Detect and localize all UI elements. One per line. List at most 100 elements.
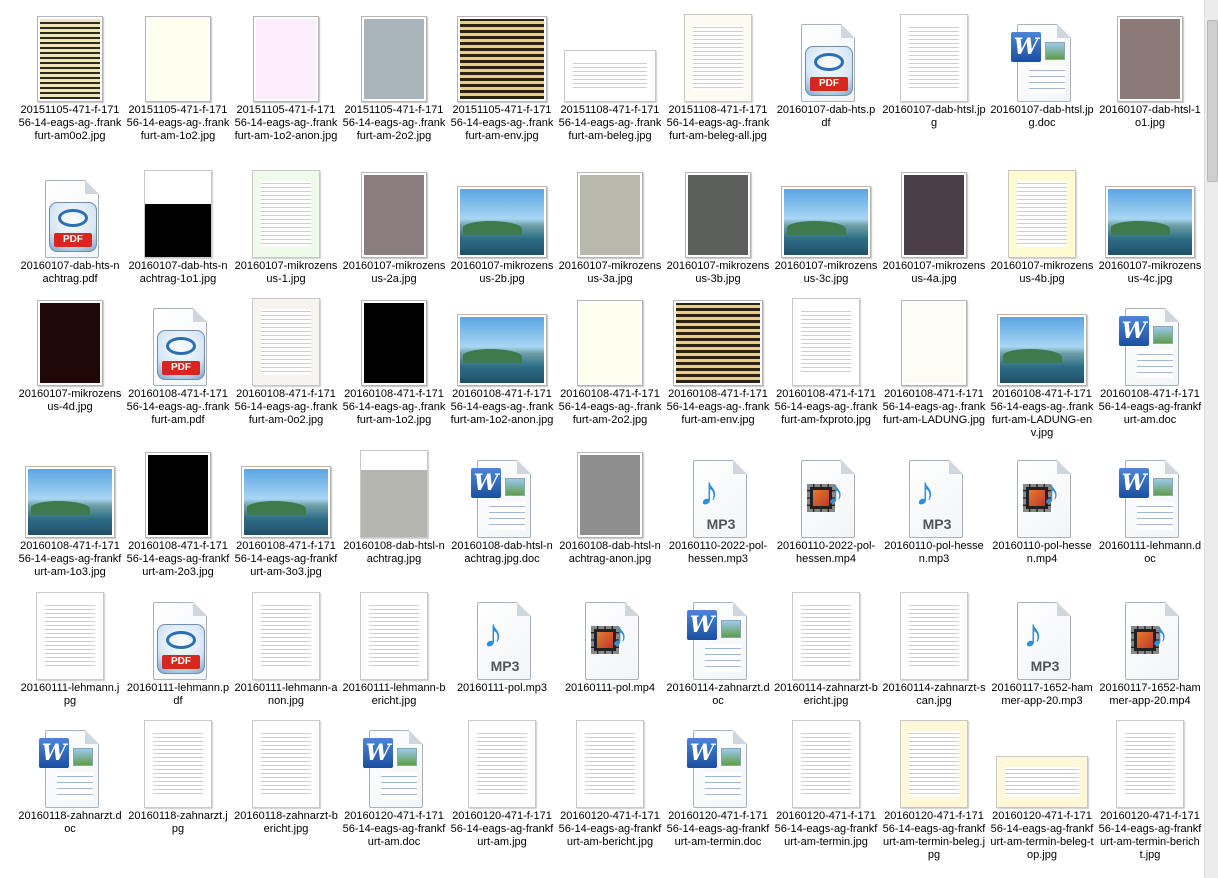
file-thumbnail[interactable]: ♪ MP3 [882, 446, 986, 538]
file-thumbnail[interactable] [774, 716, 878, 808]
file-thumbnail[interactable] [342, 294, 446, 386]
file-thumbnail[interactable] [882, 166, 986, 258]
file-thumbnail[interactable] [18, 588, 122, 680]
vertical-scrollbar[interactable] [1204, 0, 1218, 878]
file-thumbnail[interactable]: ♪ MP3 [990, 588, 1094, 680]
file-thumbnail[interactable] [558, 294, 662, 386]
file-thumbnail[interactable] [882, 294, 986, 386]
file-name-label: 20160111-pol.mp3 [456, 682, 548, 694]
document-thumbnail [1116, 720, 1184, 808]
file-name-label: 20160110-2022-pol-hessen.mp4 [776, 540, 876, 565]
document-thumbnail [252, 298, 320, 386]
file-name-label: 20160111-pol.mp4 [564, 682, 656, 694]
file-name-label: 20151108-471-f-17156-14-eags-ag-.frankfu… [558, 104, 662, 142]
file-name-label: 20160108-471-f-17156-14-eags-ag-frankfur… [234, 540, 338, 578]
file-name-label: 20160111-lehmann.doc [1098, 540, 1202, 565]
file-name-label: 20160114-zahnarzt-scan.jpg [882, 682, 986, 707]
file-name-label: 20160107-dab-hts-nachtrag.pdf [20, 260, 120, 285]
file-thumbnail[interactable] [558, 10, 662, 102]
word-document-icon: W [1119, 308, 1181, 386]
file-name-label: 20151105-471-f-17156-14-eags-ag-.frankfu… [126, 104, 230, 142]
file-thumbnail[interactable] [234, 166, 338, 258]
file-thumbnail[interactable]: ♪ [558, 588, 662, 680]
pdf-file-icon: PDF [39, 180, 101, 258]
file-thumbnail[interactable] [450, 294, 554, 386]
file-name-label: 20151105-471-f-17156-14-eags-ag-.frankfu… [234, 104, 338, 142]
file-thumbnail[interactable]: W [1098, 294, 1202, 386]
file-name-label: 20151108-471-f-17156-14-eags-ag-.frankfu… [666, 104, 770, 142]
file-thumbnail[interactable] [234, 10, 338, 102]
file-thumbnail[interactable] [450, 10, 554, 102]
file-thumbnail[interactable]: W [18, 716, 122, 808]
document-thumbnail [1008, 170, 1076, 258]
image-thumbnail [241, 466, 331, 538]
file-thumbnail[interactable] [666, 166, 770, 258]
file-thumbnail[interactable]: W [450, 446, 554, 538]
file-thumbnail[interactable] [558, 446, 662, 538]
file-thumbnail[interactable] [126, 166, 230, 258]
file-thumbnail[interactable]: PDF [774, 10, 878, 102]
file-thumbnail[interactable] [234, 588, 338, 680]
scrollbar-thumb[interactable] [1207, 20, 1218, 182]
file-thumbnail[interactable] [126, 10, 230, 102]
file-name-label: 20160107-mikrozensus-1.jpg [234, 260, 338, 285]
file-thumbnail[interactable]: ♪ [990, 446, 1094, 538]
file-thumbnail[interactable]: W [666, 588, 770, 680]
file-name-label: 20160108-471-f-17156-14-eags-ag-frankfur… [1098, 388, 1202, 426]
file-thumbnail[interactable] [234, 716, 338, 808]
file-thumbnail[interactable] [882, 716, 986, 808]
file-thumbnail[interactable] [1098, 10, 1202, 102]
file-thumbnail[interactable] [774, 588, 878, 680]
file-thumbnail[interactable] [666, 294, 770, 386]
mp3-audio-icon: ♪ MP3 [1011, 602, 1073, 680]
file-thumbnail[interactable]: ♪ MP3 [666, 446, 770, 538]
file-thumbnail[interactable] [1098, 716, 1202, 808]
file-thumbnail[interactable] [774, 294, 878, 386]
document-thumbnail [684, 14, 752, 102]
file-name-label: 20160110-pol-hessen.mp4 [992, 540, 1092, 565]
file-thumbnail[interactable] [234, 294, 338, 386]
file-thumbnail[interactable] [990, 294, 1094, 386]
file-thumbnail[interactable] [990, 716, 1094, 808]
file-thumbnail[interactable]: W [342, 716, 446, 808]
file-thumbnail[interactable]: W [990, 10, 1094, 102]
file-thumbnail[interactable] [126, 446, 230, 538]
file-thumbnail[interactable] [342, 10, 446, 102]
document-thumbnail [792, 592, 860, 680]
mp4-video-icon: ♪ [1119, 602, 1181, 680]
file-thumbnail[interactable] [450, 716, 554, 808]
file-name-label: 20160107-mikrozensus-4b.jpg [990, 260, 1094, 285]
file-thumbnail[interactable]: W [666, 716, 770, 808]
file-thumbnail[interactable] [234, 446, 338, 538]
file-thumbnail[interactable]: W [1098, 446, 1202, 538]
file-name-label: 20160111-lehmann.pdf [126, 682, 230, 707]
document-thumbnail [900, 720, 968, 808]
file-thumbnail[interactable]: ♪ [1098, 588, 1202, 680]
file-thumbnail[interactable] [1098, 166, 1202, 258]
file-thumbnail[interactable] [450, 166, 554, 258]
file-thumbnail[interactable] [18, 10, 122, 102]
file-thumbnail[interactable] [18, 446, 122, 538]
file-name-label: 20160107-mikrozensus-2a.jpg [342, 260, 446, 285]
file-name-label: 20160107-dab-htsl-1o1.jpg [1099, 104, 1201, 129]
file-thumbnail[interactable] [342, 446, 446, 538]
file-thumbnail[interactable]: PDF [126, 294, 230, 386]
file-thumbnail[interactable] [666, 10, 770, 102]
file-thumbnail[interactable] [990, 166, 1094, 258]
word-document-icon: W [471, 460, 533, 538]
file-thumbnail[interactable] [882, 588, 986, 680]
file-thumbnail[interactable] [774, 166, 878, 258]
file-thumbnail[interactable]: PDF [18, 166, 122, 258]
file-thumbnail[interactable] [342, 588, 446, 680]
file-thumbnail[interactable]: ♪ MP3 [450, 588, 554, 680]
file-thumbnail[interactable]: PDF [126, 588, 230, 680]
file-name-label: 20160120-471-f-17156-14-eags-ag-frankfur… [558, 810, 662, 848]
file-name-label: 20160108-dab-htsl-nachtrag-anon.jpg [559, 540, 661, 565]
file-thumbnail[interactable] [558, 166, 662, 258]
file-thumbnail[interactable] [342, 166, 446, 258]
file-thumbnail[interactable] [882, 10, 986, 102]
file-thumbnail[interactable] [558, 716, 662, 808]
file-thumbnail[interactable] [18, 294, 122, 386]
file-thumbnail[interactable]: ♪ [774, 446, 878, 538]
file-thumbnail[interactable] [126, 716, 230, 808]
